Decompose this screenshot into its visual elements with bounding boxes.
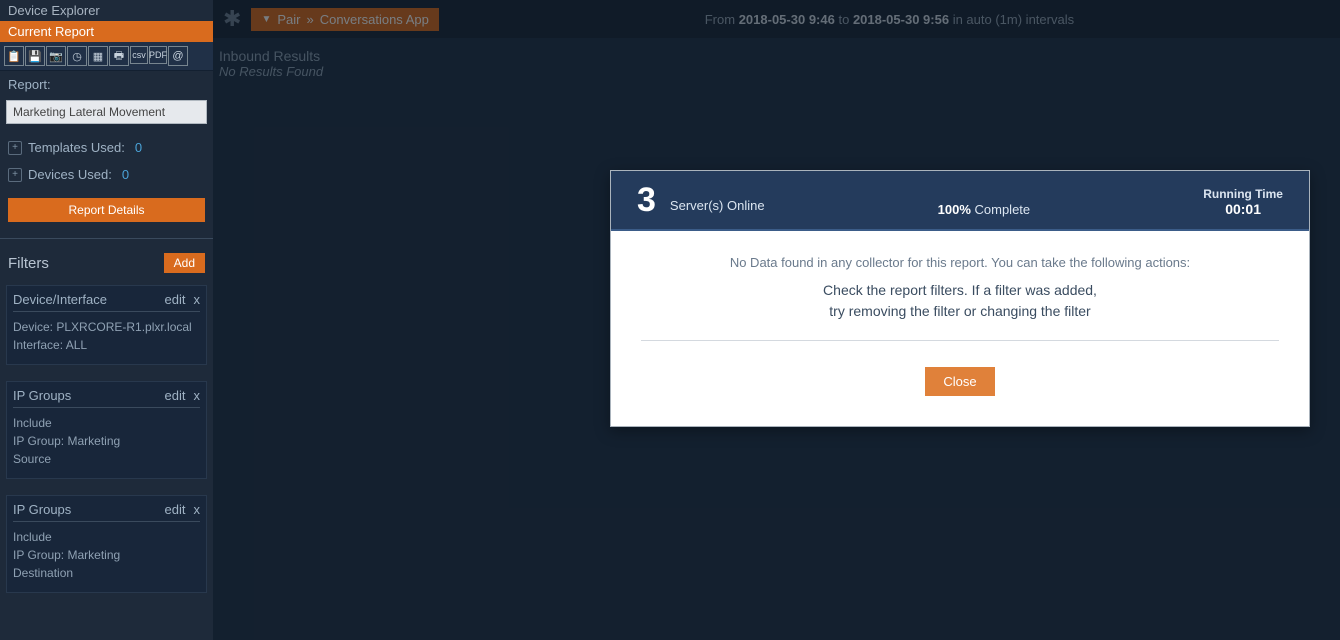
templates-used-count: 0: [135, 140, 142, 155]
content-area: Inbound Results No Results Found: [213, 38, 1340, 89]
report-label: Report:: [0, 71, 213, 94]
from-value: 2018-05-30 9:46: [739, 12, 835, 27]
sidebar-toolbar: 📋 💾 📷 ◷ ▦ 🖶 csv PDF @: [0, 42, 213, 71]
filter-line: Source: [13, 450, 200, 468]
modal-header: 3 Server(s) Online 100% Complete Running…: [611, 171, 1309, 231]
filter-line: IP Group: Marketing: [13, 546, 200, 564]
filters-title: Filters: [8, 255, 49, 272]
gear-icon[interactable]: ✱: [223, 6, 241, 32]
devices-used-label: Devices Used:: [28, 167, 112, 182]
breadcrumb-app: Conversations App: [320, 12, 429, 27]
breadcrumb-sep: »: [306, 12, 313, 27]
filter-close[interactable]: x: [194, 502, 201, 517]
servers-label: Server(s) Online: [670, 198, 765, 217]
csv-icon[interactable]: csv: [130, 46, 148, 64]
close-button[interactable]: Close: [925, 367, 994, 396]
app-root: Device Explorer Current Report 📋 💾 📷 ◷ ▦…: [0, 0, 1340, 640]
filter-card-header: Device/Interface edit x: [13, 292, 200, 312]
from-label: From: [705, 12, 735, 27]
modal-msg-2a: Check the report filters. If a filter wa…: [641, 280, 1279, 301]
modal-msg-1: No Data found in any collector for this …: [641, 255, 1279, 270]
filter-edit[interactable]: edit: [165, 502, 186, 517]
camera-icon[interactable]: 📷: [46, 46, 66, 66]
plus-icon: +: [8, 141, 22, 155]
clipboard-icon[interactable]: 📋: [4, 46, 24, 66]
filter-card: IP Groups edit x Include IP Group: Marke…: [6, 381, 207, 479]
save-icon[interactable]: 💾: [25, 46, 45, 66]
divider: [0, 238, 213, 239]
filter-close[interactable]: x: [194, 388, 201, 403]
filter-card: IP Groups edit x Include IP Group: Marke…: [6, 495, 207, 593]
filter-line: Device: PLXRCORE-R1.plxr.local: [13, 318, 200, 336]
time-range[interactable]: From 2018-05-30 9:46 to 2018-05-30 9:56 …: [705, 12, 1074, 27]
filter-title: IP Groups: [13, 388, 71, 403]
running-time-value: 00:01: [1203, 201, 1283, 217]
modal-body: No Data found in any collector for this …: [611, 231, 1309, 426]
filter-card-header: IP Groups edit x: [13, 388, 200, 408]
breadcrumb-pair: Pair: [277, 12, 300, 27]
filter-line: IP Group: Marketing: [13, 432, 200, 450]
templates-used-row[interactable]: + Templates Used: 0: [0, 134, 213, 161]
templates-used-label: Templates Used:: [28, 140, 125, 155]
filters-header: Filters Add: [0, 249, 213, 277]
devices-used-count: 0: [122, 167, 129, 182]
complete-pct: 100%: [938, 202, 971, 217]
print-icon[interactable]: 🖶: [109, 46, 129, 66]
to-value: 2018-05-30 9:56: [853, 12, 949, 27]
report-name-input[interactable]: [6, 100, 207, 124]
tab-current-report[interactable]: Current Report: [0, 21, 213, 42]
add-filter-button[interactable]: Add: [164, 253, 205, 273]
filter-line: Include: [13, 414, 200, 432]
filter-card-header: IP Groups edit x: [13, 502, 200, 522]
interval-tail: in auto (1m) intervals: [953, 12, 1074, 27]
clock-icon[interactable]: ◷: [67, 46, 87, 66]
email-icon[interactable]: @: [168, 46, 188, 66]
filter-line: Interface: ALL: [13, 336, 200, 354]
triangle-down-icon: ▼: [261, 14, 271, 25]
divider: [641, 340, 1279, 341]
running-time-label: Running Time: [1203, 187, 1283, 201]
report-details-button[interactable]: Report Details: [8, 198, 205, 222]
filter-line: Destination: [13, 564, 200, 582]
main-area: ✱ ▼ Pair » Conversations App From 2018-0…: [213, 0, 1340, 640]
tab-device-explorer[interactable]: Device Explorer: [0, 0, 213, 21]
to-label: to: [838, 12, 849, 27]
modal-msg-2b: try removing the filter or changing the …: [641, 301, 1279, 322]
devices-used-row[interactable]: + Devices Used: 0: [0, 161, 213, 188]
filter-line: Include: [13, 528, 200, 546]
servers-count: 3: [637, 183, 656, 217]
sidebar-tabs: Device Explorer Current Report: [0, 0, 213, 42]
plus-icon: +: [8, 168, 22, 182]
topbar: ✱ ▼ Pair » Conversations App From 2018-0…: [213, 0, 1340, 38]
filter-edit[interactable]: edit: [165, 292, 186, 307]
filter-title: Device/Interface: [13, 292, 107, 307]
filter-card: Device/Interface edit x Device: PLXRCORE…: [6, 285, 207, 365]
left-sidebar: Device Explorer Current Report 📋 💾 📷 ◷ ▦…: [0, 0, 213, 640]
grid-icon[interactable]: ▦: [88, 46, 108, 66]
filter-title: IP Groups: [13, 502, 71, 517]
pdf-icon[interactable]: PDF: [149, 46, 167, 64]
filter-close[interactable]: x: [194, 292, 201, 307]
no-results-text: No Results Found: [219, 64, 1334, 79]
filter-edit[interactable]: edit: [165, 388, 186, 403]
results-heading: Inbound Results: [219, 48, 1334, 64]
status-modal: 3 Server(s) Online 100% Complete Running…: [610, 170, 1310, 427]
breadcrumb[interactable]: ▼ Pair » Conversations App: [251, 8, 438, 31]
complete-label: Complete: [975, 202, 1031, 217]
